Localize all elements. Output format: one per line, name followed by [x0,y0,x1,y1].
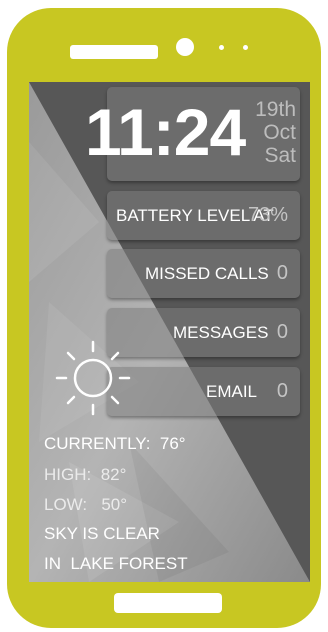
clock-date: 19th Oct Sat [255,98,296,167]
high-temp: 82° [100,465,127,484]
missed-calls-label: MISSED CALLS [145,264,269,283]
sun-icon [55,340,131,416]
low-temp: 50° [101,495,128,514]
phone-screen: 11:24 19th Oct Sat BATTERY LEVEL AT 73% … [29,82,310,582]
clock-time: 11:24 [85,95,246,169]
current-temp: 76° [159,434,186,453]
location-prefix: IN [44,554,61,573]
battery-value: 73% [247,204,288,226]
weather-current: CURRENTLY: 76° [44,434,186,454]
messages-tile[interactable]: MESSAGES 0 [107,308,300,357]
messages-value: 0 [276,321,288,343]
messages-label: MESSAGES [173,323,269,342]
date-day: 19th [255,98,296,121]
missed-calls-value: 0 [276,262,288,284]
weather-location: IN LAKE FOREST [44,554,188,574]
email-tile[interactable]: EMAIL 0 [107,367,300,416]
proximity-sensor [219,45,224,50]
email-value: 0 [276,380,288,402]
speaker-grille [70,45,158,59]
current-label: CURRENTLY: [44,434,151,453]
battery-tile[interactable]: BATTERY LEVEL AT 73% [107,191,300,240]
high-label: HIGH: [44,465,92,484]
light-sensor [243,45,248,50]
home-button[interactable] [114,593,222,613]
date-month: Oct [263,121,296,144]
weather-condition: SKY IS CLEAR [44,524,160,543]
date-weekday: Sat [264,144,296,167]
missed-calls-tile[interactable]: MISSED CALLS 0 [107,249,300,298]
low-label: LOW: [44,495,88,514]
front-camera [176,38,194,56]
weather-low: LOW: 50° [44,495,127,515]
email-label: EMAIL [206,382,258,401]
location-name: LAKE FOREST [70,554,188,573]
weather-high: HIGH: 82° [44,465,126,485]
